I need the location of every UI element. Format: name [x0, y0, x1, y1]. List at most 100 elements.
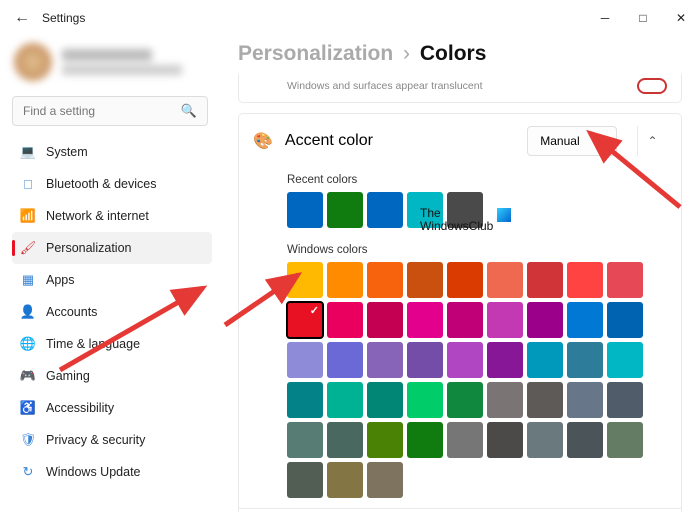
color-swatch[interactable]: [607, 342, 643, 378]
sidebar-item-network[interactable]: 📶 Network & internet: [12, 200, 212, 232]
search-box[interactable]: 🔍: [12, 96, 208, 126]
maximize-button[interactable]: □: [624, 0, 662, 36]
color-swatch[interactable]: [367, 422, 403, 458]
sidebar-item-label: Accounts: [46, 305, 97, 319]
color-swatch[interactable]: [447, 422, 483, 458]
system-icon: 💻: [20, 144, 36, 160]
minimize-button[interactable]: ─: [586, 0, 624, 36]
chevron-up-icon: ⌃: [647, 134, 657, 148]
color-swatch[interactable]: [287, 192, 323, 228]
sidebar-item-gaming[interactable]: 🎮Gaming: [12, 360, 212, 392]
sidebar-item-label: Network & internet: [46, 209, 149, 223]
color-swatch[interactable]: [407, 262, 443, 298]
color-swatch[interactable]: [447, 382, 483, 418]
sidebar-item-time[interactable]: 🌐 Time & language: [12, 328, 212, 360]
color-swatch[interactable]: [487, 262, 523, 298]
color-swatch[interactable]: [327, 422, 363, 458]
collapse-button[interactable]: ⌃: [637, 126, 667, 156]
color-swatch[interactable]: [367, 302, 403, 338]
close-button[interactable]: ✕: [662, 0, 700, 36]
color-swatch[interactable]: [287, 422, 323, 458]
sidebar-item-update[interactable]: ↻Windows Update: [12, 456, 212, 488]
breadcrumb-parent[interactable]: Personalization: [238, 42, 393, 65]
color-swatch[interactable]: [407, 382, 443, 418]
color-swatch[interactable]: [607, 302, 643, 338]
color-swatch[interactable]: [447, 262, 483, 298]
sidebar-item-accounts[interactable]: 👤 Accounts: [12, 296, 212, 328]
color-swatch[interactable]: [527, 342, 563, 378]
transparency-card[interactable]: Windows and surfaces appear translucent: [238, 74, 682, 103]
shield-icon: 🛡: [20, 432, 36, 448]
sidebar-item-label: Windows Update: [46, 465, 141, 479]
color-swatch[interactable]: [367, 192, 403, 228]
color-swatch[interactable]: [527, 302, 563, 338]
sidebar-item-label: Gaming: [46, 369, 90, 383]
color-swatch[interactable]: [447, 302, 483, 338]
color-swatch[interactable]: [607, 382, 643, 418]
color-swatch[interactable]: [567, 262, 603, 298]
search-icon: 🔍: [181, 103, 197, 119]
sidebar-item-personalization[interactable]: 🖌Personalization: [12, 232, 212, 264]
chevron-right-icon: ›: [403, 42, 410, 65]
color-swatch[interactable]: [567, 342, 603, 378]
color-swatch[interactable]: [407, 302, 443, 338]
color-swatch[interactable]: [487, 382, 523, 418]
breadcrumb: Personalization › Colors: [238, 42, 682, 66]
color-swatch[interactable]: [327, 192, 363, 228]
color-swatch[interactable]: [327, 262, 363, 298]
color-swatch[interactable]: [327, 302, 363, 338]
color-swatch[interactable]: [607, 422, 643, 458]
color-swatch[interactable]: [327, 342, 363, 378]
color-swatch[interactable]: [487, 302, 523, 338]
windows-colors-grid: [239, 262, 679, 508]
color-swatch[interactable]: [367, 382, 403, 418]
globe-icon: 🌐: [20, 336, 36, 352]
color-swatch[interactable]: [487, 342, 523, 378]
color-swatch[interactable]: [447, 342, 483, 378]
accessibility-icon: ♿: [20, 400, 36, 416]
sidebar-item-privacy[interactable]: 🛡Privacy & security: [12, 424, 212, 456]
accounts-icon: 👤: [20, 304, 36, 320]
accent-mode-dropdown[interactable]: Manual ⌄: [527, 126, 617, 156]
color-swatch[interactable]: [367, 462, 403, 498]
watermark-logo: [497, 208, 511, 222]
color-swatch[interactable]: [407, 422, 443, 458]
color-swatch[interactable]: [527, 262, 563, 298]
sidebar-item-label: Time & language: [46, 337, 140, 351]
sidebar-item-accessibility[interactable]: ♿ Accessibility: [12, 392, 212, 424]
color-swatch[interactable]: [567, 382, 603, 418]
sidebar-item-bluetooth[interactable]:  Bluetooth & devices: [12, 168, 212, 200]
color-swatch[interactable]: [607, 262, 643, 298]
color-swatch[interactable]: [527, 382, 563, 418]
sidebar-item-system[interactable]: 💻System: [12, 136, 212, 168]
color-swatch[interactable]: [567, 422, 603, 458]
color-swatch[interactable]: [527, 422, 563, 458]
sidebar-item-label: Accessibility: [46, 401, 114, 415]
chevron-down-icon: ⌄: [596, 136, 604, 147]
palette-icon: 🎨: [253, 131, 273, 151]
transparency-toggle[interactable]: [637, 78, 667, 94]
profile-block[interactable]: [12, 38, 212, 86]
accent-color-card: 🎨 Accent color Manual ⌄ ⌃ Recent colors …: [238, 113, 682, 512]
color-swatch[interactable]: [327, 462, 363, 498]
sidebar-item-apps[interactable]: ▦Apps: [12, 264, 212, 296]
color-swatch[interactable]: [487, 422, 523, 458]
recent-colors-label: Recent colors: [239, 168, 681, 192]
color-swatch[interactable]: [287, 262, 323, 298]
search-input[interactable]: [23, 104, 163, 118]
back-button[interactable]: ←: [12, 8, 32, 28]
color-swatch[interactable]: [287, 462, 323, 498]
sidebar-item-label: Bluetooth & devices: [46, 177, 157, 191]
wifi-icon: 📶: [20, 208, 36, 224]
color-swatch[interactable]: [327, 382, 363, 418]
color-swatch[interactable]: [287, 302, 323, 338]
color-swatch[interactable]: [367, 262, 403, 298]
color-swatch[interactable]: [407, 342, 443, 378]
color-swatch[interactable]: [287, 342, 323, 378]
apps-icon: ▦: [20, 272, 36, 288]
bluetooth-icon: : [20, 176, 36, 192]
color-swatch[interactable]: [567, 302, 603, 338]
color-swatch[interactable]: [287, 382, 323, 418]
color-swatch[interactable]: [367, 342, 403, 378]
avatar: [14, 43, 52, 81]
